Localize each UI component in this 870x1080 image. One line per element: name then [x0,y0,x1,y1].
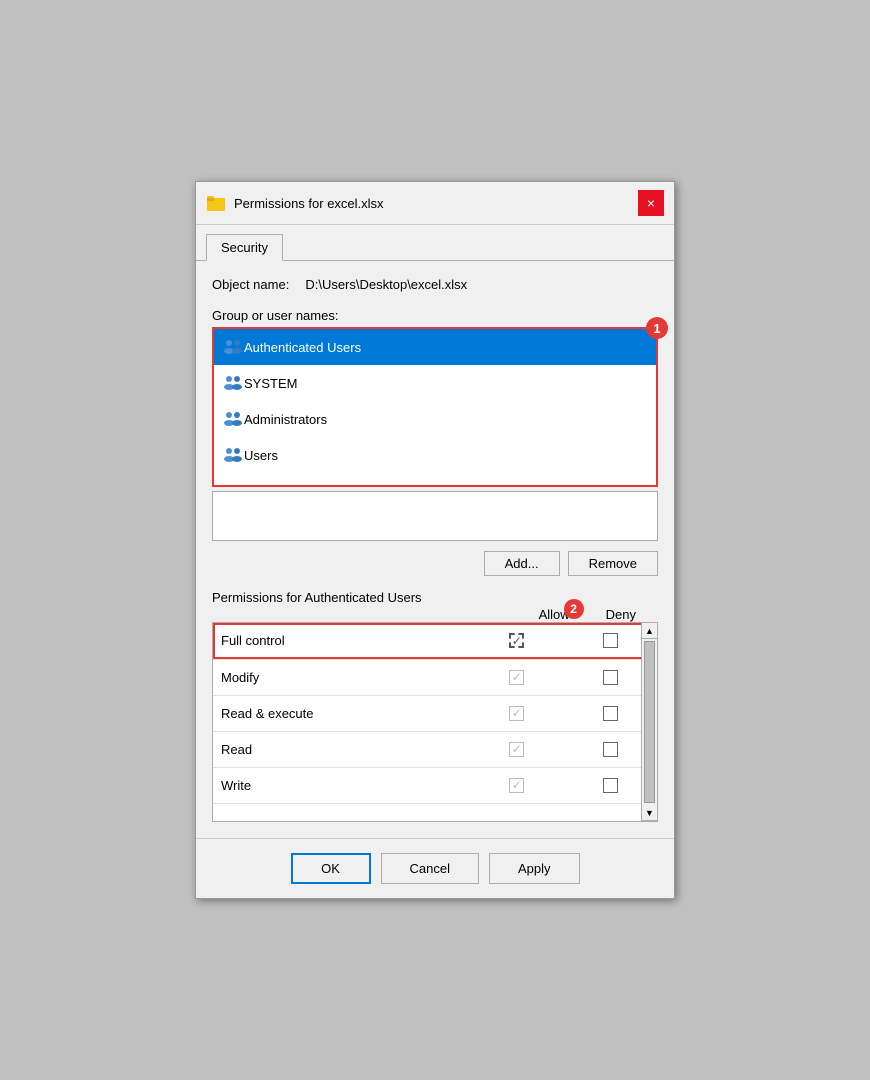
user-buttons-row: Add... Remove [212,551,658,576]
permission-name: Write [213,767,470,803]
table-row[interactable]: Full control [213,623,657,659]
deny-header: Deny [606,607,636,622]
deny-checkbox[interactable] [603,633,618,648]
apply-button[interactable]: Apply [489,853,580,884]
remove-button[interactable]: Remove [568,551,658,576]
object-name-row: Object name: D:\Users\Desktop\excel.xlsx [212,277,658,292]
scroll-up-button[interactable]: ▲ [642,623,657,639]
allow-checkbox[interactable] [509,742,524,757]
allow-checkbox[interactable] [509,670,524,685]
close-button[interactable]: × [638,190,664,216]
cancel-button[interactable]: Cancel [381,853,479,884]
user-group-icon [222,336,244,358]
table-row[interactable]: Modify [213,659,657,695]
list-item[interactable]: Administrators [214,401,656,437]
table-row[interactable]: Read [213,731,657,767]
allow-checkbox[interactable] [509,778,524,793]
dialog-title: Permissions for excel.xlsx [234,196,638,211]
extra-user-list[interactable] [212,491,658,541]
allow-cell[interactable] [470,695,563,731]
folder-icon [206,193,226,213]
dialog-footer: OK Cancel Apply [196,838,674,898]
allow-checkbox[interactable] [509,706,524,721]
user-list-container: 1 Authenticated Users [212,327,658,487]
allow-checkbox[interactable] [509,633,524,648]
deny-checkbox[interactable] [603,670,618,685]
user-list[interactable]: Authenticated Users SYSTEM [212,327,658,487]
ok-button[interactable]: OK [291,853,371,884]
permission-name: Modify [213,659,470,695]
permissions-dialog: Permissions for excel.xlsx × Security Ob… [195,181,675,899]
deny-checkbox[interactable] [603,742,618,757]
list-item[interactable]: SYSTEM [214,365,656,401]
allow-cell[interactable] [470,767,563,803]
scroll-down-button[interactable]: ▼ [642,805,657,821]
deny-checkbox[interactable] [603,706,618,721]
permissions-label: Permissions for Authenticated Users [212,590,658,605]
title-bar: Permissions for excel.xlsx × [196,182,674,225]
permission-name: Read & execute [213,695,470,731]
permissions-table: Full control Modify [213,623,657,804]
group-section-label: Group or user names: [212,308,658,323]
list-item[interactable]: Users [214,437,656,473]
badge-1: 1 [646,317,668,339]
scroll-thumb[interactable] [644,641,655,803]
permission-name: Read [213,731,470,767]
table-row[interactable]: Write [213,767,657,803]
table-row[interactable]: Read & execute [213,695,657,731]
tab-bar: Security [196,225,674,260]
permissions-table-wrapper: Full control Modify [212,622,658,822]
user-name: SYSTEM [244,376,297,391]
allow-cell[interactable] [470,623,563,659]
badge-2: 2 [564,599,584,619]
user-group-icon [222,408,244,430]
allow-header: Allow 2 [539,607,570,622]
user-group-icon [222,444,244,466]
user-name: Users [244,448,278,463]
tab-security[interactable]: Security [206,234,283,261]
allow-cell[interactable] [470,731,563,767]
object-name-value: D:\Users\Desktop\excel.xlsx [305,277,467,292]
add-button[interactable]: Add... [484,551,560,576]
list-item[interactable]: Authenticated Users [214,329,656,365]
user-group-icon [222,372,244,394]
scrollbar[interactable]: ▲ ▼ [641,623,657,821]
user-name: Administrators [244,412,327,427]
deny-checkbox[interactable] [603,778,618,793]
object-name-label: Object name: [212,277,289,292]
tab-content: Object name: D:\Users\Desktop\excel.xlsx… [196,260,674,838]
permissions-header: Allow 2 Deny [212,607,658,622]
user-name: Authenticated Users [244,340,361,355]
allow-cell[interactable] [470,659,563,695]
permission-name: Full control [213,623,470,659]
